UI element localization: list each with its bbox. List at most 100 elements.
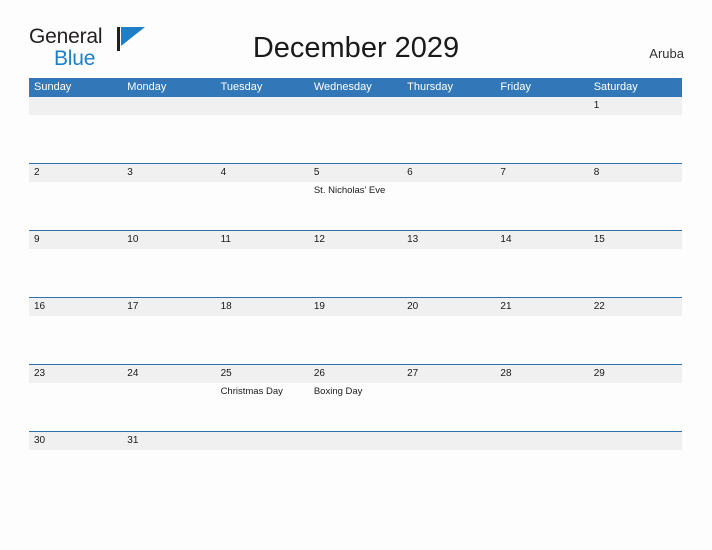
day-number[interactable]: 9 [29, 231, 122, 249]
day-number-empty [495, 432, 588, 450]
day-cell[interactable] [216, 115, 309, 163]
calendar-week-row: 1 [29, 97, 682, 163]
day-number[interactable]: 2 [29, 164, 122, 182]
page-title: December 2029 [252, 32, 460, 64]
day-cell[interactable] [122, 249, 215, 297]
day-cell[interactable] [495, 316, 588, 364]
day-cell[interactable] [589, 115, 682, 163]
day-cell[interactable] [589, 316, 682, 364]
day-cell[interactable] [122, 182, 215, 230]
day-cell[interactable] [29, 115, 122, 163]
day-cell[interactable] [122, 115, 215, 163]
day-number[interactable]: 18 [216, 298, 309, 316]
day-cell[interactable] [309, 450, 402, 460]
day-cell[interactable] [29, 316, 122, 364]
calendar-week-row: 16 17 18 19 20 21 22 [29, 297, 682, 364]
day-cell[interactable]: Christmas Day [216, 383, 309, 431]
day-number-empty [216, 97, 309, 115]
day-number[interactable]: 24 [122, 365, 215, 383]
day-number[interactable]: 25 [216, 365, 309, 383]
day-cell[interactable]: Boxing Day [309, 383, 402, 431]
day-cell[interactable] [402, 249, 495, 297]
day-cell[interactable] [589, 249, 682, 297]
day-number[interactable]: 22 [589, 298, 682, 316]
day-number[interactable]: 1 [589, 97, 682, 115]
day-cell[interactable] [402, 450, 495, 460]
day-number[interactable]: 28 [495, 365, 588, 383]
day-number[interactable]: 17 [122, 298, 215, 316]
day-cell[interactable] [309, 316, 402, 364]
day-cell[interactable] [402, 383, 495, 431]
weekday-header-friday: Friday [500, 81, 531, 93]
day-cell[interactable] [495, 383, 588, 431]
day-cell[interactable] [122, 383, 215, 431]
holiday-label: Boxing Day [313, 386, 363, 397]
day-cell[interactable] [216, 450, 309, 460]
day-cell[interactable]: St. Nicholas’ Eve [309, 182, 402, 230]
day-number-empty [309, 432, 402, 450]
day-cell[interactable] [589, 450, 682, 460]
day-cell[interactable] [402, 182, 495, 230]
day-number[interactable]: 7 [495, 164, 588, 182]
weekday-header-sunday: Sunday [34, 81, 72, 93]
day-number[interactable]: 16 [29, 298, 122, 316]
day-number[interactable]: 26 [309, 365, 402, 383]
day-number[interactable]: 21 [495, 298, 588, 316]
day-cell[interactable] [309, 115, 402, 163]
day-cell[interactable] [589, 383, 682, 431]
day-cell[interactable] [216, 182, 309, 230]
day-cell[interactable] [29, 450, 122, 460]
day-number[interactable]: 4 [216, 164, 309, 182]
day-number[interactable]: 13 [402, 231, 495, 249]
day-number[interactable]: 5 [309, 164, 402, 182]
country-label: Aruba [649, 46, 684, 61]
day-number[interactable]: 8 [589, 164, 682, 182]
day-cell[interactable] [122, 450, 215, 460]
day-cell[interactable] [216, 316, 309, 364]
day-number[interactable]: 27 [402, 365, 495, 383]
day-cell[interactable] [495, 115, 588, 163]
day-event-band [29, 316, 682, 364]
day-cell[interactable] [216, 249, 309, 297]
day-cell[interactable] [495, 182, 588, 230]
day-cell[interactable] [402, 115, 495, 163]
day-number[interactable]: 12 [309, 231, 402, 249]
day-cell[interactable] [495, 249, 588, 297]
day-number[interactable]: 14 [495, 231, 588, 249]
day-number[interactable]: 29 [589, 365, 682, 383]
day-cell[interactable] [589, 182, 682, 230]
day-cell[interactable] [122, 316, 215, 364]
day-cell[interactable] [29, 383, 122, 431]
weekday-header-row: Sunday Monday Tuesday Wednesday Thursday… [29, 78, 682, 97]
holiday-label: St. Nicholas’ Eve [313, 185, 386, 196]
day-number[interactable]: 23 [29, 365, 122, 383]
day-number[interactable]: 3 [122, 164, 215, 182]
day-number-band: 1 [29, 97, 682, 115]
day-number[interactable]: 11 [216, 231, 309, 249]
day-number[interactable]: 6 [402, 164, 495, 182]
day-cell[interactable] [29, 182, 122, 230]
day-cell[interactable] [29, 249, 122, 297]
day-number[interactable]: 10 [122, 231, 215, 249]
day-number[interactable]: 31 [122, 432, 215, 450]
day-number[interactable]: 20 [402, 298, 495, 316]
day-cell[interactable] [495, 450, 588, 460]
day-cell[interactable] [309, 249, 402, 297]
day-number-band: 9 10 11 12 13 14 15 [29, 231, 682, 249]
day-number-empty [216, 432, 309, 450]
day-event-band [29, 115, 682, 163]
day-number-empty [122, 97, 215, 115]
day-number[interactable]: 15 [589, 231, 682, 249]
day-number[interactable]: 19 [309, 298, 402, 316]
day-number-empty [29, 97, 122, 115]
weekday-header-wednesday: Wednesday [313, 81, 372, 93]
day-number-empty [589, 432, 682, 450]
calendar-week-row: 23 24 25 26 27 28 29 Christmas Day Boxing Day [29, 364, 682, 431]
holiday-label: Christmas Day [220, 386, 283, 397]
page-header: General Blue December 2029 Aruba [0, 0, 712, 69]
day-number-empty [495, 97, 588, 115]
day-number-band: 30 31 [29, 432, 682, 450]
day-number-empty [309, 97, 402, 115]
day-number[interactable]: 30 [29, 432, 122, 450]
day-cell[interactable] [402, 316, 495, 364]
